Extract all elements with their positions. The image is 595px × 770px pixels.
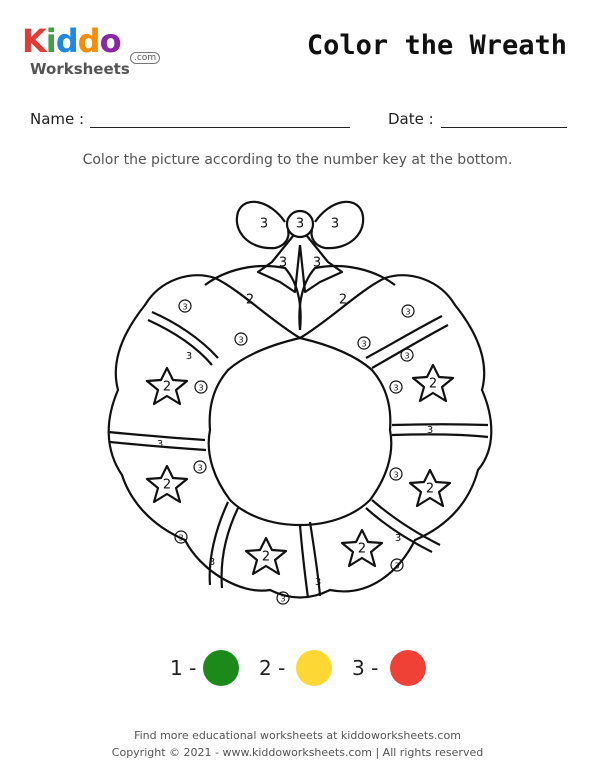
number-label: 3 <box>178 534 183 543</box>
key-label-3: 3 - <box>352 656 379 680</box>
number-label: 2 <box>339 293 347 308</box>
number-label: 2 <box>426 482 434 497</box>
key-label-2: 2 - <box>259 656 286 680</box>
footer-line-1: Find more educational worksheets at kidd… <box>134 729 461 742</box>
number-label: 2 <box>163 478 171 493</box>
number-label: 3 <box>393 471 398 480</box>
date-label: Date : <box>388 110 434 128</box>
number-label: 3 <box>260 217 268 232</box>
swatch-green <box>203 650 239 686</box>
color-key: 1 - 2 - 3 - <box>0 650 595 690</box>
footer-line-2: Copyright © 2021 - www.kiddoworksheets.c… <box>111 746 484 759</box>
logo-letter: i <box>45 22 57 60</box>
swatch-yellow <box>296 650 332 686</box>
number-label: 3 <box>279 256 287 271</box>
number-label: 3 <box>157 439 163 450</box>
name-label: Name : <box>30 110 85 128</box>
number-label: 3 <box>427 425 433 436</box>
logo-com: .com <box>130 52 161 64</box>
number-label: 3 <box>238 336 243 345</box>
number-label: 3 <box>198 384 203 393</box>
number-label: 2 <box>246 293 254 308</box>
number-label: 3 <box>404 352 409 361</box>
number-label: 2 <box>262 550 270 565</box>
page-title: Color the Wreath <box>306 30 567 61</box>
number-label: 3 <box>182 303 187 312</box>
number-label: 3 <box>197 464 202 473</box>
kiddo-logo: Kiddo .com Worksheets <box>22 22 172 82</box>
number-label: 3 <box>186 351 192 362</box>
name-field-line[interactable] <box>90 127 350 128</box>
key-label-1: 1 - <box>170 656 197 680</box>
number-label: 2 <box>358 542 366 557</box>
wreath-drawing: 3 3 3 3 3 2 2 3 3 3 3 3 2 3 3 3 2 3 3 3 … <box>107 200 493 605</box>
date-field-line[interactable] <box>441 127 567 128</box>
number-label: 3 <box>361 340 366 349</box>
logo-word: Kiddo <box>22 22 122 60</box>
number-label: 3 <box>331 217 339 232</box>
number-label: 3 <box>313 256 321 271</box>
number-label: 3 <box>405 308 410 317</box>
logo-letter: d <box>77 22 101 60</box>
logo-letter: K <box>22 22 47 60</box>
number-label: 3 <box>280 595 285 604</box>
number-label: 2 <box>163 380 171 395</box>
logo-letter: d <box>55 22 79 60</box>
number-label: 3 <box>394 562 399 571</box>
logo-letter: o <box>99 22 122 60</box>
wreath-inner <box>207 336 393 527</box>
logo-subtitle: Worksheets <box>30 60 130 78</box>
number-label: 3 <box>393 384 398 393</box>
instructions: Color the picture according to the numbe… <box>82 152 513 168</box>
number-label: 2 <box>429 377 437 392</box>
swatch-red <box>390 650 426 686</box>
